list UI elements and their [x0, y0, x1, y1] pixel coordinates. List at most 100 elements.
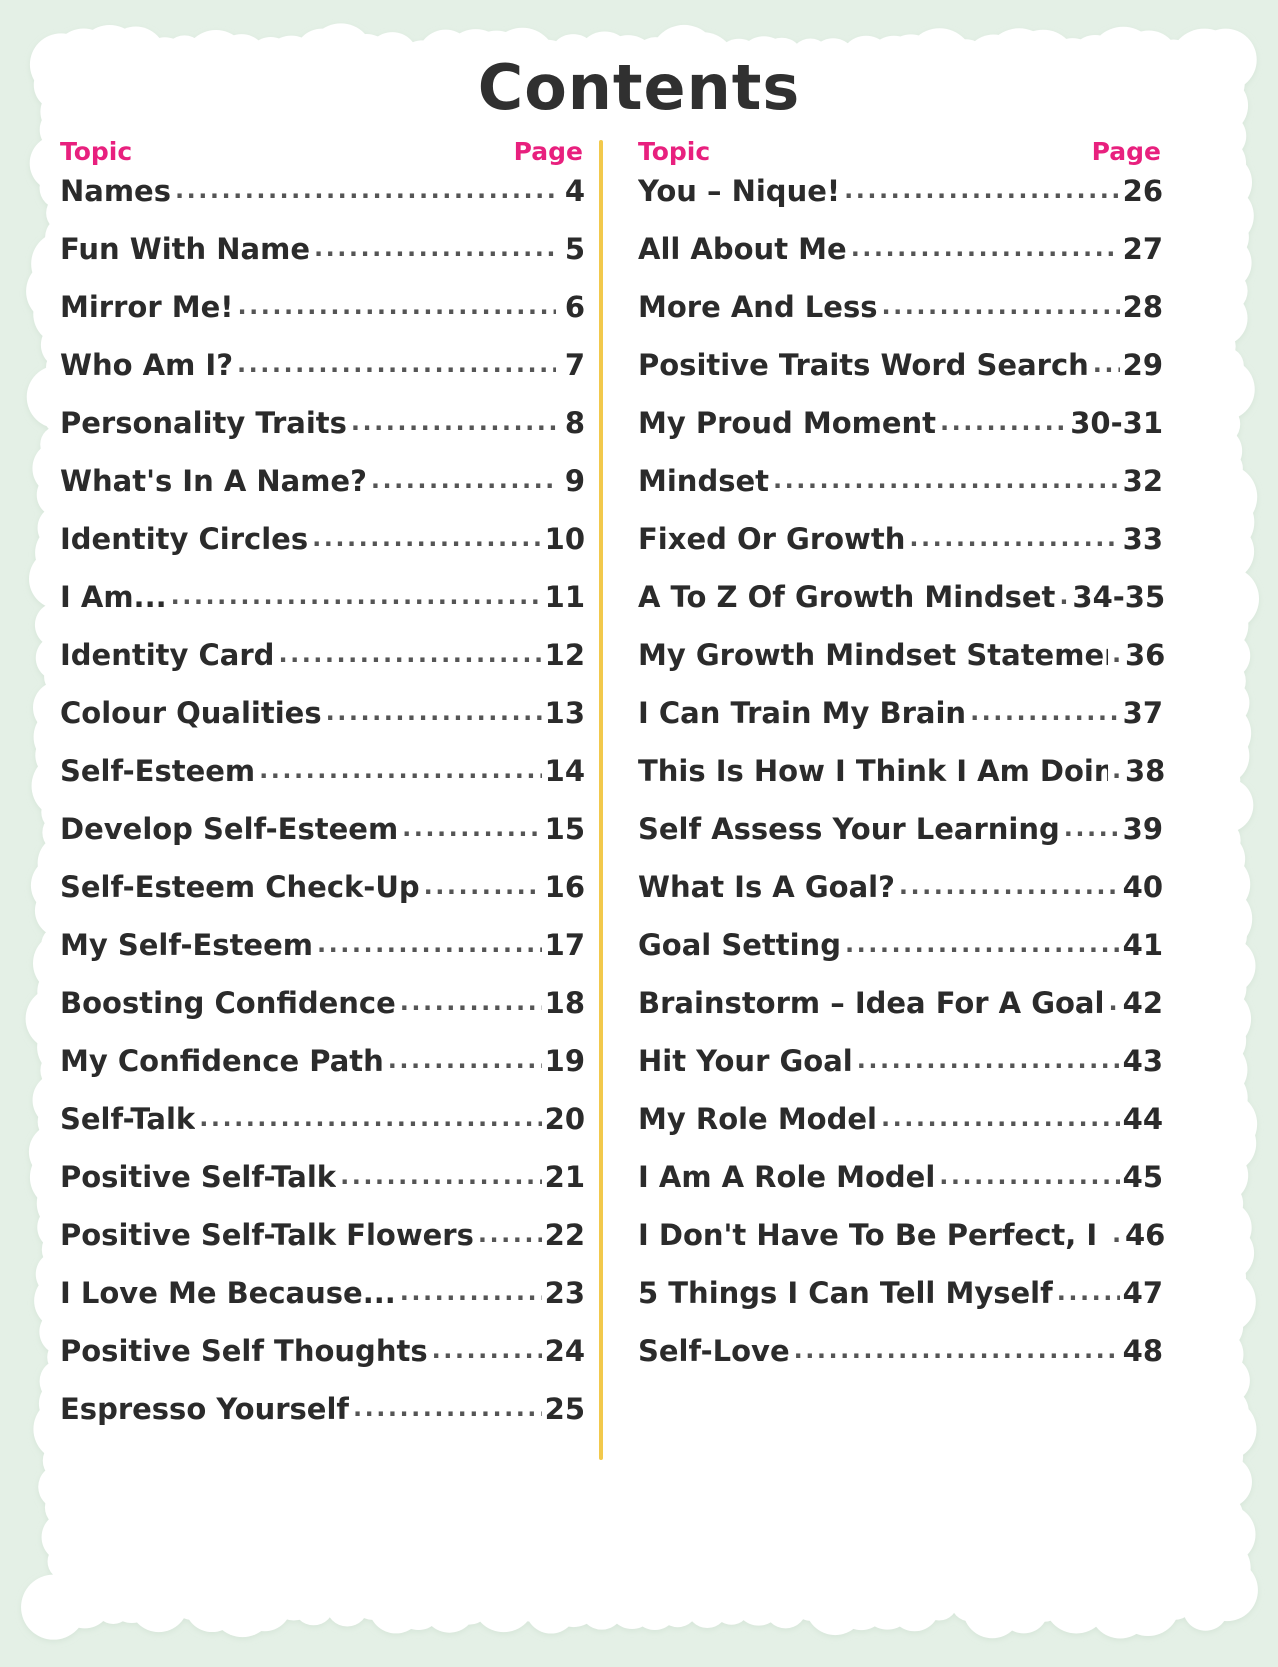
toc-entry[interactable]: Self-Talk...............................… — [60, 1101, 585, 1159]
toc-entry-topic: What's In A Name? — [60, 464, 367, 498]
toc-entry-page: 36 — [1125, 638, 1166, 672]
toc-entry[interactable]: My Self-Esteem..........................… — [60, 927, 585, 985]
toc-entry[interactable]: My Confidence Path......................… — [60, 1043, 585, 1101]
toc-entry-page: 30-31 — [1070, 406, 1163, 440]
toc-entry[interactable]: Self-Love...............................… — [638, 1333, 1163, 1391]
right-column-rows: You – Nique!............................… — [638, 173, 1166, 1391]
toc-entry-page: 8 — [564, 406, 585, 440]
toc-entry-topic: What Is A Goal? — [638, 870, 895, 904]
toc-entry-topic: Brainstorm – Idea For A Goal — [638, 986, 1105, 1020]
toc-entry-page: 42 — [1122, 986, 1163, 1020]
toc-entry-topic: Self-Love — [638, 1334, 790, 1368]
toc-entry-topic: Boosting Confidence — [60, 986, 396, 1020]
toc-entry[interactable]: Develop Self-Esteem.....................… — [60, 811, 585, 869]
toc-entry[interactable]: I Love Me Because.......................… — [60, 1275, 585, 1333]
toc-entry[interactable]: Self-Esteem Check-Up....................… — [60, 869, 585, 927]
toc-entry-page: 44 — [1122, 1102, 1163, 1136]
toc-entry-topic: Fixed Or Growth — [638, 522, 906, 556]
toc-entry-page: 9 — [564, 464, 585, 498]
toc-entry-topic: I Love Me Because... — [60, 1276, 396, 1310]
toc-entry-page: 20 — [544, 1102, 585, 1136]
toc-entry-topic: I Am... — [60, 580, 167, 614]
toc-leader-dots: ........................................… — [340, 1162, 542, 1190]
toc-entry[interactable]: Identity Circles........................… — [60, 521, 585, 579]
toc-leader-dots: ........................................… — [199, 1104, 541, 1132]
toc-entry-topic: Positive Self Thoughts — [60, 1334, 428, 1368]
toc-leader-dots: ........................................… — [353, 1394, 542, 1422]
toc-entry-topic: 5 Things I Can Tell Myself — [638, 1276, 1053, 1310]
toc-leader-dots: ........................................… — [940, 408, 1068, 436]
toc-entry[interactable]: My Growth Mindset Statements............… — [638, 637, 1166, 695]
toc-entry[interactable]: You – Nique!............................… — [638, 173, 1163, 231]
toc-entry[interactable]: I Am A Role Model.......................… — [638, 1159, 1163, 1217]
toc-leader-dots: ........................................… — [856, 1046, 1120, 1074]
toc-entry[interactable]: Colour Qualities........................… — [60, 695, 585, 753]
toc-entry-topic: My Role Model — [638, 1102, 877, 1136]
toc-entry[interactable]: Self-Esteem.............................… — [60, 753, 585, 811]
toc-entry-page: 4 — [564, 174, 585, 208]
left-header-topic: Topic — [60, 137, 133, 166]
toc-entry-page: 45 — [1122, 1160, 1163, 1194]
toc-leader-dots: ........................................… — [1059, 578, 1069, 614]
toc-leader-dots: ........................................… — [370, 466, 556, 494]
toc-entry[interactable]: Personality Traits......................… — [60, 405, 585, 463]
toc-entry[interactable]: Boosting Confidence.....................… — [60, 985, 585, 1043]
toc-entry[interactable]: More And Less...........................… — [638, 289, 1163, 347]
toc-entry-page: 6 — [564, 290, 585, 324]
toc-entry[interactable]: Positive Self Thoughts..................… — [60, 1333, 585, 1391]
toc-leader-dots: ........................................… — [317, 930, 542, 958]
toc-entry[interactable]: Self Assess Your Learning...............… — [638, 811, 1163, 869]
toc-entry-topic: Fun With Name — [60, 232, 311, 266]
right-column-header: Topic Page — [638, 137, 1163, 167]
toc-entry[interactable]: What's In A Name?.......................… — [60, 463, 585, 521]
toc-entry[interactable]: Hit Your Goal...........................… — [638, 1043, 1163, 1101]
toc-entry-topic: My Proud Moment — [638, 406, 937, 440]
toc-entry-topic: Positive Self-Talk — [60, 1160, 337, 1194]
toc-leader-dots: ........................................… — [880, 1104, 1120, 1132]
toc-entry[interactable]: Names...................................… — [60, 173, 585, 231]
toc-entry[interactable]: This Is How I Think I Am Doing..........… — [638, 753, 1165, 811]
toc-entry[interactable]: All About Me............................… — [638, 231, 1163, 289]
toc-entry[interactable]: I Can Train My Brain....................… — [638, 695, 1163, 753]
toc-entry-topic: Who Am I? — [60, 348, 234, 382]
toc-leader-dots: ........................................… — [350, 408, 556, 436]
toc-entry[interactable]: A To Z Of Growth Mindset................… — [638, 578, 1165, 637]
toc-entry-topic: Espresso Yourself — [60, 1392, 350, 1426]
toc-entry[interactable]: Espresso Yourself.......................… — [60, 1391, 585, 1449]
toc-entry-page: 19 — [544, 1044, 585, 1078]
toc-leader-dots: ........................................… — [909, 524, 1119, 552]
toc-entry[interactable]: Positive Self-Talk Flowers..............… — [60, 1217, 585, 1275]
toc-entry-topic: Identity Card — [60, 638, 275, 672]
toc-entry[interactable]: What Is A Goal?.........................… — [638, 869, 1163, 927]
toc-entry[interactable]: Mindset.................................… — [638, 463, 1163, 521]
toc-leader-dots: ........................................… — [170, 582, 542, 610]
toc-entry-page: 21 — [544, 1160, 585, 1194]
toc-entry-topic: Self Assess Your Learning — [638, 812, 1060, 846]
toc-entry-topic: I Am A Role Model — [638, 1160, 936, 1194]
toc-entry-page: 11 — [544, 580, 585, 614]
toc-entry[interactable]: Positive Traits Word Search.............… — [638, 347, 1163, 405]
toc-entry[interactable]: Fixed Or Growth.........................… — [638, 521, 1163, 579]
toc-entry[interactable]: I Am....................................… — [60, 579, 585, 637]
toc-entry[interactable]: My Proud Moment.........................… — [638, 405, 1163, 463]
toc-leader-dots: ........................................… — [970, 698, 1120, 726]
toc-entry[interactable]: Identity Card...........................… — [60, 637, 585, 695]
toc-entry[interactable]: Positive Self-Talk......................… — [60, 1159, 585, 1217]
toc-entry[interactable]: My Role Model...........................… — [638, 1101, 1163, 1159]
toc-leader-dots: ........................................… — [881, 292, 1120, 320]
toc-leader-dots: ........................................… — [850, 234, 1120, 262]
toc-entry[interactable]: 5 Things I Can Tell Myself..............… — [638, 1275, 1163, 1333]
toc-entry-page: 40 — [1122, 870, 1163, 904]
toc-entry[interactable]: Who Am I?...............................… — [60, 347, 585, 405]
toc-leader-dots: ........................................… — [1112, 1216, 1122, 1252]
toc-entry-topic: Goal Setting — [638, 928, 841, 962]
toc-entry[interactable]: Brainstorm – Idea For A Goal............… — [638, 985, 1163, 1043]
toc-entry[interactable]: Mirror Me!..............................… — [60, 289, 585, 347]
toc-leader-dots: ........................................… — [423, 872, 542, 900]
toc-entry-topic: Develop Self-Esteem — [60, 812, 399, 846]
toc-entry[interactable]: Fun With Name...........................… — [60, 231, 585, 289]
toc-entry[interactable]: Goal Setting............................… — [638, 927, 1163, 985]
toc-entry[interactable]: I Don't Have To Be Perfect, I Can.......… — [638, 1216, 1165, 1275]
toc-entry-topic: I Can Train My Brain — [638, 696, 967, 730]
toc-leader-dots: ........................................… — [898, 872, 1120, 900]
